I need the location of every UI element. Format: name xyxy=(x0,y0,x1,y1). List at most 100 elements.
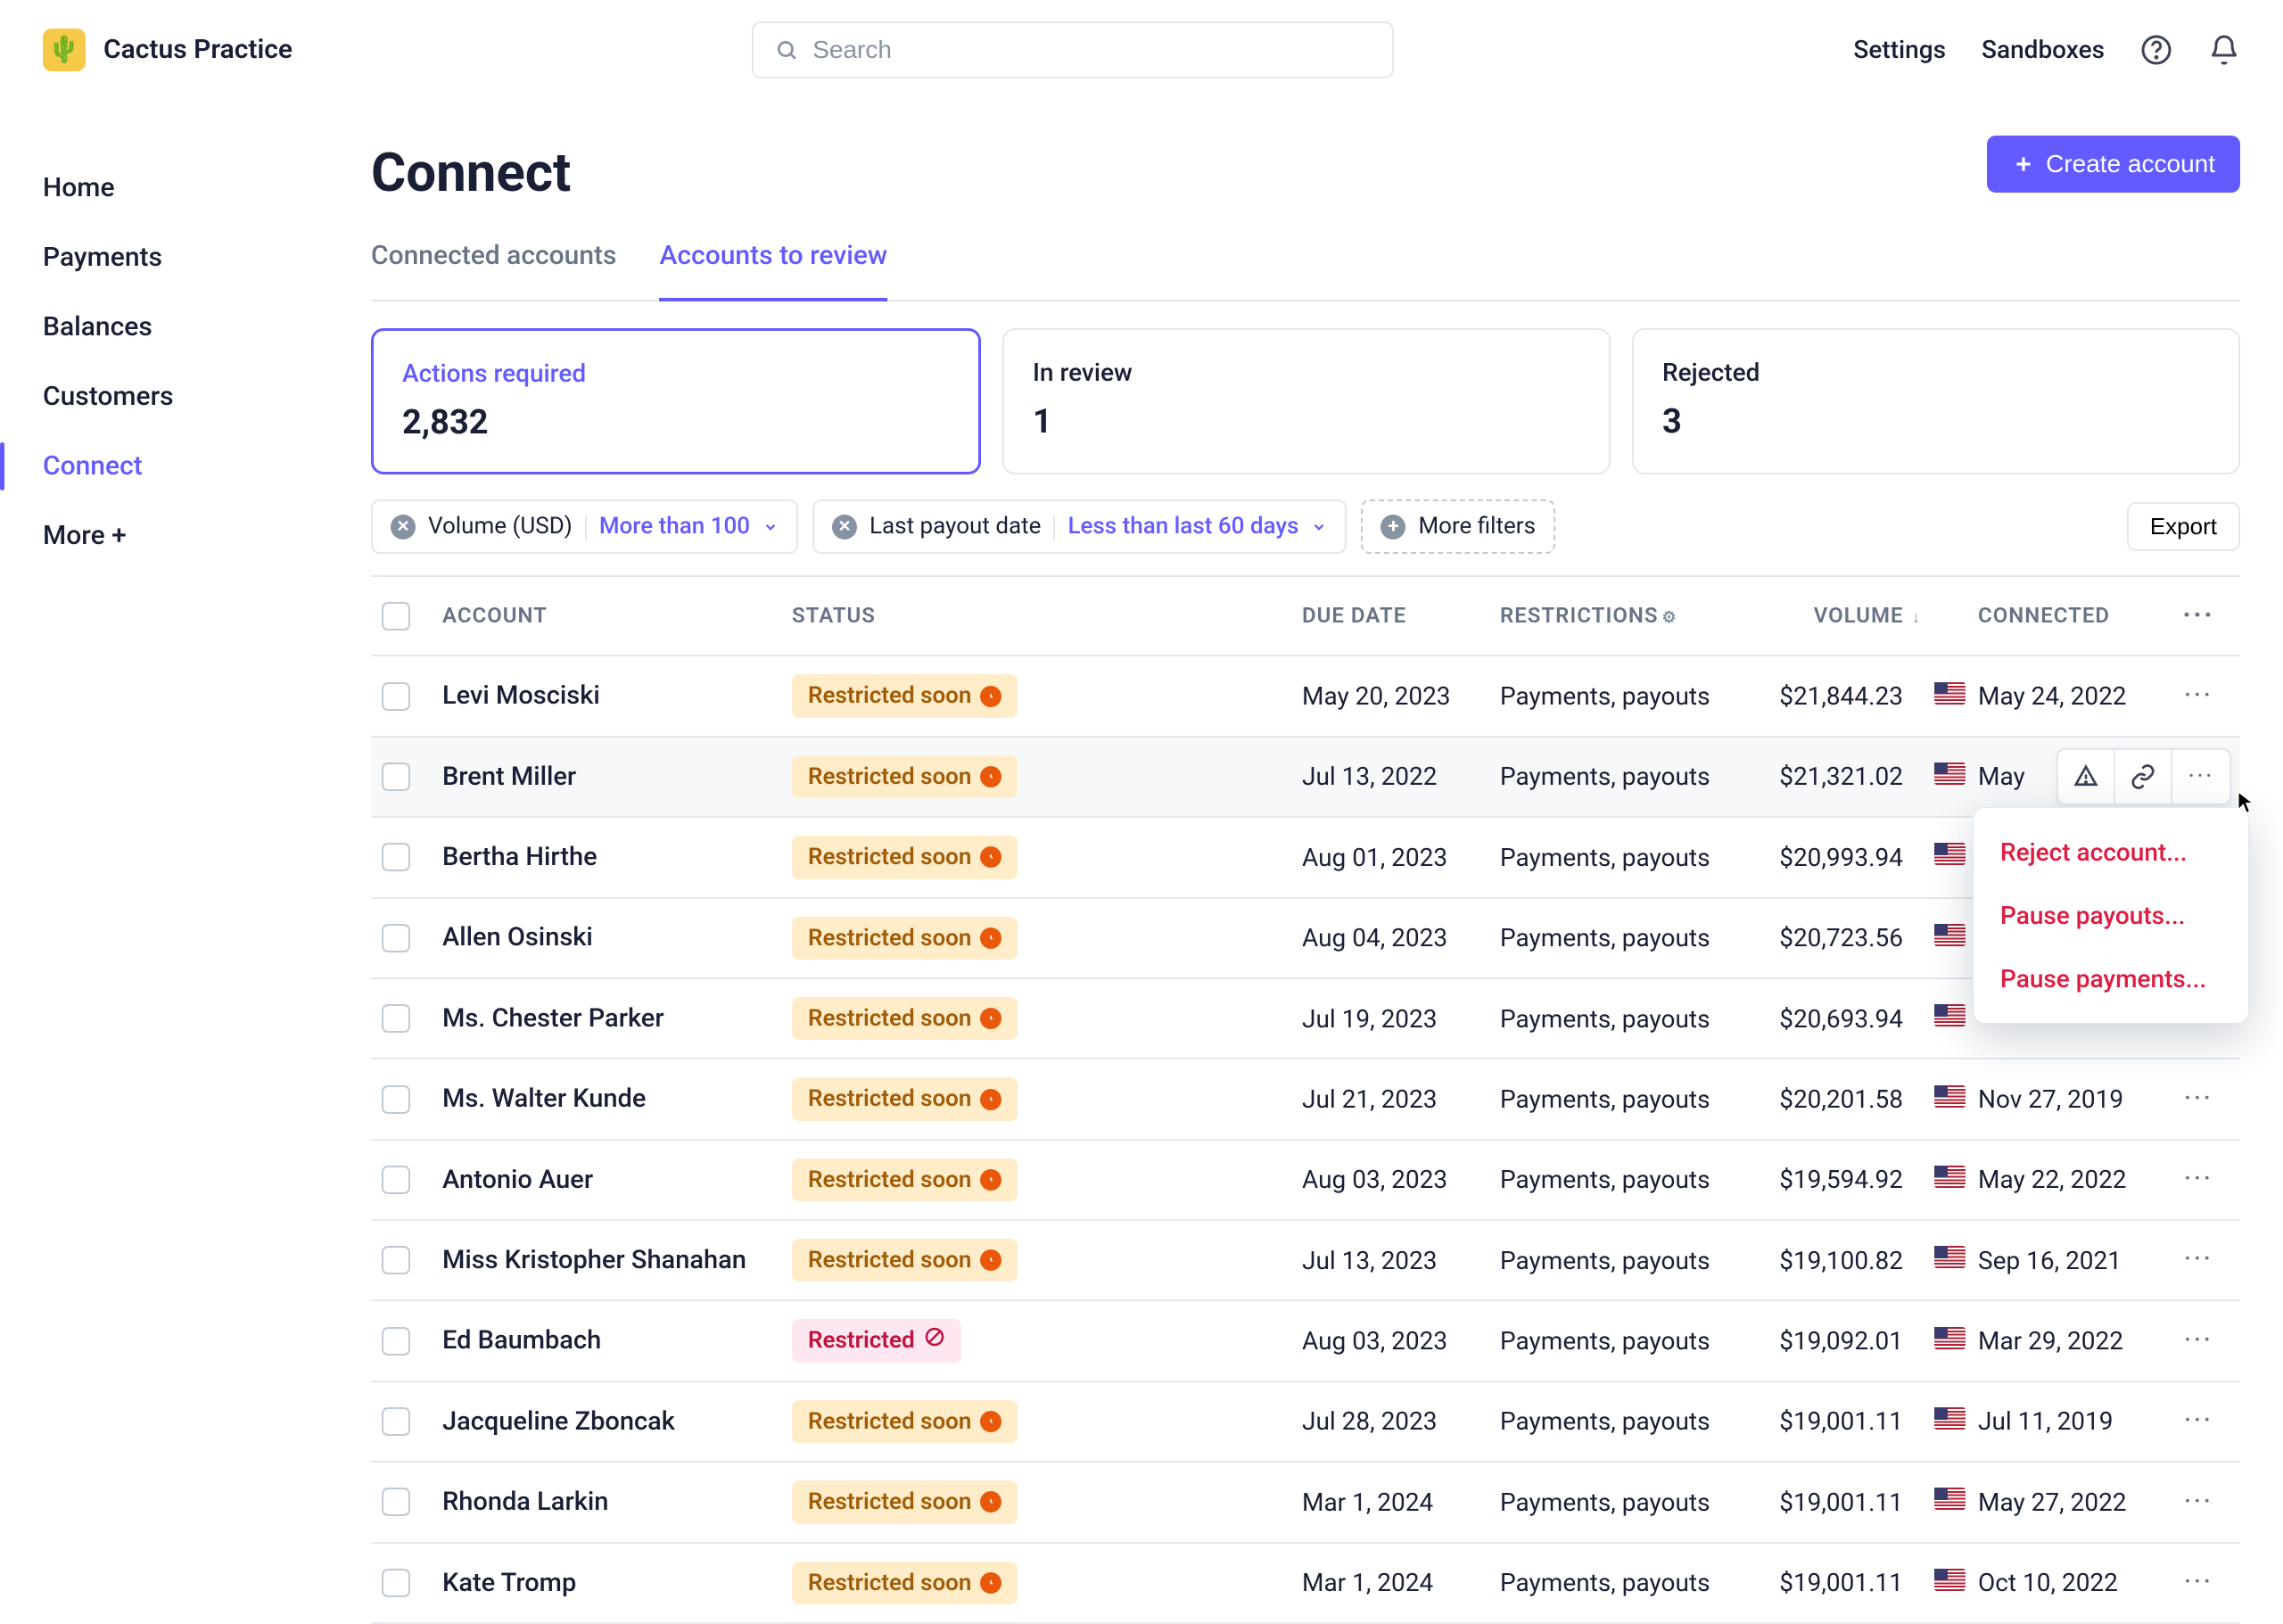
row-checkbox[interactable] xyxy=(382,1085,410,1114)
account-name: Brent Miller xyxy=(442,759,781,796)
sidebar-item-payments[interactable]: Payments xyxy=(43,223,335,293)
country-flag-us-icon xyxy=(1932,838,1967,876)
row-more-button[interactable]: ··· xyxy=(2172,750,2229,804)
due-date-cell: Aug 03, 2023 xyxy=(1302,1323,1489,1358)
copy-link-icon[interactable] xyxy=(2115,750,2172,804)
restrictions-cell: Payments, payouts xyxy=(1500,1323,1750,1358)
chip-label: Last payout date xyxy=(870,510,1041,542)
stat-card-actions-required[interactable]: Actions required 2,832 xyxy=(371,328,981,474)
dropdown-item-pause-payments-[interactable]: Pause payments... xyxy=(1974,947,2248,1010)
col-volume[interactable]: VOLUME ↓ xyxy=(1760,601,1921,631)
status-badge-restricted-soon: Restricted soon xyxy=(792,1077,1018,1120)
help-icon[interactable] xyxy=(2140,34,2172,66)
table-row[interactable]: Antonio Auer Restricted soon Aug 03, 202… xyxy=(371,1141,2240,1221)
volume-cell: $21,321.02 xyxy=(1760,759,1921,794)
chip-value: More than 100 xyxy=(599,510,750,542)
filter-chip-last-payout-date[interactable]: ✕ Last payout date Less than last 60 day… xyxy=(812,499,1347,553)
nav-settings[interactable]: Settings xyxy=(1853,32,1946,67)
row-actions-icon[interactable]: ··· xyxy=(2167,1481,2229,1524)
nav-sandboxes[interactable]: Sandboxes xyxy=(1982,32,2105,67)
clock-icon xyxy=(980,1169,1001,1191)
table-row[interactable]: Miss Kristopher Shanahan Restricted soon… xyxy=(371,1221,2240,1301)
filter-chip-volume-usd-[interactable]: ✕ Volume (USD) More than 100 xyxy=(371,499,798,553)
col-restrictions[interactable]: RESTRICTIONS⚙ xyxy=(1500,601,1750,631)
table-row[interactable]: Kate Tromp Restricted soon Mar 1, 2024 P… xyxy=(371,1544,2240,1624)
row-checkbox[interactable] xyxy=(382,1488,410,1516)
status-badge-label: Restricted soon xyxy=(808,1406,971,1438)
search-input[interactable] xyxy=(811,35,1371,65)
volume-cell: $19,001.11 xyxy=(1760,1485,1921,1520)
col-due-date[interactable]: DUE DATE xyxy=(1302,601,1489,631)
more-filters-button[interactable]: + More filters xyxy=(1361,499,1555,553)
sidebar-item-balances[interactable]: Balances xyxy=(43,293,335,362)
volume-cell: $19,594.92 xyxy=(1760,1162,1921,1197)
table-row[interactable]: Rhonda Larkin Restricted soon Mar 1, 202… xyxy=(371,1463,2240,1543)
restrictions-cell: Payments, payouts xyxy=(1500,1243,1750,1278)
row-actions-icon[interactable]: ··· xyxy=(2167,1400,2229,1443)
row-checkbox[interactable] xyxy=(382,843,410,871)
account-name: Allen Osinski xyxy=(442,919,781,956)
status-badge-restricted-soon: Restricted soon xyxy=(792,836,1018,878)
row-actions-icon[interactable]: ··· xyxy=(2167,675,2229,718)
brand[interactable]: 🌵 Cactus Practice xyxy=(43,29,293,71)
bell-icon[interactable] xyxy=(2208,34,2240,66)
sidebar-item-more-[interactable]: More + xyxy=(43,501,335,571)
page-title: Connect xyxy=(371,136,571,210)
table-row[interactable]: Ed Baumbach Restricted Aug 03, 2023 Paym… xyxy=(371,1301,2240,1381)
dropdown-item-reject-account-[interactable]: Reject account... xyxy=(1974,820,2248,884)
col-connected[interactable]: CONNECTED xyxy=(1978,601,2156,631)
sidebar-item-home[interactable]: Home xyxy=(43,153,335,223)
row-actions-icon[interactable]: ··· xyxy=(2167,1320,2229,1363)
search-input-wrap[interactable] xyxy=(752,21,1394,78)
select-all-checkbox[interactable] xyxy=(382,602,410,631)
row-checkbox[interactable] xyxy=(382,924,410,952)
country-flag-us-icon xyxy=(1932,919,1967,957)
tab-connected-accounts[interactable]: Connected accounts xyxy=(371,225,616,301)
column-options-icon[interactable]: ··· xyxy=(2167,595,2229,638)
row-actions-icon[interactable]: ··· xyxy=(2167,1078,2229,1121)
tab-accounts-to-review[interactable]: Accounts to review xyxy=(659,225,887,301)
table-row[interactable]: Ms. Walter Kunde Restricted soon Jul 21,… xyxy=(371,1059,2240,1140)
table-row[interactable]: Allen Osinski Restricted soon Aug 04, 20… xyxy=(371,899,2240,979)
row-checkbox[interactable] xyxy=(382,1569,410,1597)
volume-cell: $20,693.94 xyxy=(1760,1002,1921,1036)
row-checkbox[interactable] xyxy=(382,1166,410,1194)
row-checkbox[interactable] xyxy=(382,1407,410,1436)
col-account[interactable]: ACCOUNT xyxy=(442,601,781,631)
country-flag-us-icon xyxy=(1932,758,1967,796)
table-row[interactable]: Bertha Hirthe Restricted soon Aug 01, 20… xyxy=(371,818,2240,898)
more-filters-label: More filters xyxy=(1418,510,1536,542)
sidebar-item-customers[interactable]: Customers xyxy=(43,362,335,432)
clock-icon xyxy=(980,766,1001,787)
stat-card-in-review[interactable]: In review 1 xyxy=(1002,328,1611,474)
create-account-button[interactable]: Create account xyxy=(1987,136,2240,193)
row-checkbox[interactable] xyxy=(382,1327,410,1356)
row-checkbox[interactable] xyxy=(382,1004,410,1033)
sidebar-item-connect[interactable]: Connect xyxy=(43,432,335,501)
remove-filter-icon[interactable]: ✕ xyxy=(832,515,857,540)
row-checkbox[interactable] xyxy=(382,682,410,711)
restrictions-cell: Payments, payouts xyxy=(1500,1565,1750,1600)
row-actions-icon[interactable]: ··· xyxy=(2167,1239,2229,1282)
table-row[interactable]: Ms. Chester Parker Restricted soon Jul 1… xyxy=(371,979,2240,1059)
flag-action-icon[interactable] xyxy=(2058,750,2115,804)
remove-filter-icon[interactable]: ✕ xyxy=(391,515,416,540)
row-actions-icon[interactable]: ··· xyxy=(2167,1158,2229,1201)
connected-cell: May 22, 2022 xyxy=(1978,1162,2156,1197)
table-row[interactable]: Brent Miller Restricted soon Jul 13, 202… xyxy=(371,738,2240,818)
stat-card-rejected[interactable]: Rejected 3 xyxy=(1632,328,2240,474)
table-row[interactable]: Jacqueline Zboncak Restricted soon Jul 2… xyxy=(371,1382,2240,1463)
dropdown-item-pause-payouts-[interactable]: Pause payouts... xyxy=(1974,884,2248,947)
row-actions-dropdown: Reject account...Pause payouts...Pause p… xyxy=(1973,807,2249,1025)
status-badge-label: Restricted soon xyxy=(808,922,971,954)
export-button[interactable]: Export xyxy=(2127,502,2240,551)
table-row[interactable]: Levi Mosciski Restricted soon May 20, 20… xyxy=(371,656,2240,737)
row-checkbox[interactable] xyxy=(382,763,410,791)
country-flag-us-icon xyxy=(1932,1161,1967,1199)
row-actions-icon[interactable]: ··· xyxy=(2167,1562,2229,1604)
col-status[interactable]: STATUS xyxy=(792,601,1291,631)
restrictions-cell: Payments, payouts xyxy=(1500,1002,1750,1036)
account-name: Ms. Chester Parker xyxy=(442,1001,781,1037)
status-badge-restricted-soon: Restricted soon xyxy=(792,1239,1018,1282)
row-checkbox[interactable] xyxy=(382,1246,410,1274)
